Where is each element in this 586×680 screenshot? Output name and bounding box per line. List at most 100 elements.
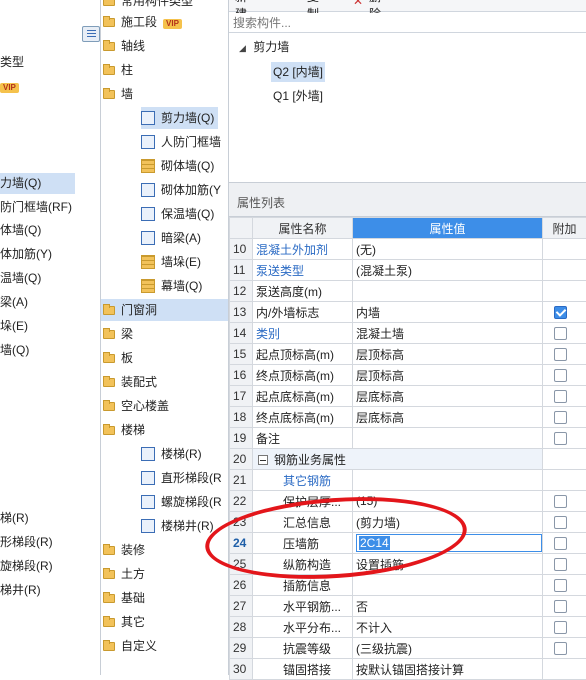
left-list-item[interactable]: 力墙(Q) <box>0 173 75 194</box>
component-group[interactable]: ◢ 剪力墙 <box>239 38 289 57</box>
left-list-item[interactable]: 体墙(Q) <box>0 220 101 241</box>
property-value[interactable]: 不计入 <box>353 617 543 638</box>
property-row[interactable]: 25纵筋构造设置插筋 <box>230 554 586 575</box>
attach-checkbox[interactable] <box>554 642 567 655</box>
tree-node[interactable]: 砌体加筋(Y <box>141 179 221 201</box>
tree-node[interactable]: 施工段VIP <box>103 11 182 33</box>
property-value[interactable]: (剪力墙) <box>353 512 543 533</box>
delete-icon[interactable]: ✕ <box>353 0 363 8</box>
tree-node[interactable]: 楼梯(R) <box>141 443 202 465</box>
property-row[interactable]: 21其它钢筋 <box>230 470 586 491</box>
tree-node[interactable]: 剪力墙(Q) <box>141 107 218 129</box>
property-value[interactable]: 层顶标高 <box>353 365 543 386</box>
property-value[interactable]: 内墙 <box>353 302 543 323</box>
attach-checkbox[interactable] <box>554 600 567 613</box>
property-row[interactable]: 14类别混凝土墙 <box>230 323 586 344</box>
left-list-item[interactable]: 防门框墙(RF) <box>0 197 101 218</box>
attach-checkbox[interactable] <box>554 369 567 382</box>
tree-node[interactable]: 柱 <box>103 59 133 81</box>
list-view-icon[interactable] <box>82 26 100 42</box>
property-row[interactable]: 30锚固搭接按默认锚固搭接计算 <box>230 659 586 680</box>
attach-checkbox[interactable] <box>554 579 567 592</box>
tree-node[interactable]: 轴线 <box>103 35 145 57</box>
tree-node[interactable]: 暗梁(A) <box>141 227 201 249</box>
property-row[interactable]: 17起点底标高(m)层底标高 <box>230 386 586 407</box>
attach-checkbox[interactable] <box>554 495 567 508</box>
property-value[interactable]: (混凝土泵) <box>353 260 543 281</box>
property-value-input[interactable]: 2C14 <box>356 534 542 552</box>
property-row[interactable]: 28水平分布...不计入 <box>230 617 586 638</box>
property-row[interactable]: 22保护层厚...(15) <box>230 491 586 512</box>
component-item[interactable]: Q2 [内墙] <box>271 62 325 82</box>
attach-checkbox[interactable] <box>554 558 567 571</box>
property-row[interactable]: 26插筋信息 <box>230 575 586 596</box>
tree-node[interactable]: 人防门框墙 <box>141 131 221 153</box>
property-value[interactable] <box>353 575 543 596</box>
property-row[interactable]: 20钢筋业务属性 <box>230 449 586 470</box>
property-value[interactable]: 层底标高 <box>353 407 543 428</box>
tree-node[interactable]: 基础 <box>103 587 145 609</box>
tree-node[interactable]: 空心楼盖 <box>103 395 169 417</box>
attach-checkbox[interactable] <box>554 621 567 634</box>
tree-node[interactable]: 直形梯段(R <box>141 467 222 489</box>
left-list-item[interactable]: 旋梯段(R) <box>0 556 101 577</box>
property-row[interactable]: 10混凝土外加剂(无) <box>230 239 586 260</box>
property-value[interactable]: 否 <box>353 596 543 617</box>
component-item[interactable]: Q1 [外墙] <box>271 86 325 106</box>
property-row[interactable]: 18终点底标高(m)层底标高 <box>230 407 586 428</box>
tree-node[interactable]: 幕墙(Q) <box>141 275 202 297</box>
property-row[interactable]: 15起点顶标高(m)层顶标高 <box>230 344 586 365</box>
tree-node[interactable]: 其它 <box>103 611 145 633</box>
left-list-item[interactable]: VIP <box>0 76 101 97</box>
attach-checkbox[interactable] <box>554 537 567 550</box>
left-list-item[interactable]: 类型 <box>0 52 101 73</box>
attach-checkbox[interactable] <box>554 390 567 403</box>
search-input[interactable]: 搜索构件... <box>229 13 586 33</box>
property-value[interactable]: 按默认锚固搭接计算 <box>353 659 543 680</box>
left-list-item[interactable]: 垛(E) <box>0 316 101 337</box>
tree-node[interactable]: 墙 <box>103 83 133 105</box>
property-value[interactable] <box>353 281 543 302</box>
left-list-item[interactable]: 体加筋(Y) <box>0 244 101 265</box>
left-list-item[interactable]: 温墙(Q) <box>0 268 101 289</box>
tree-node[interactable]: 装配式 <box>103 371 157 393</box>
property-value[interactable] <box>353 470 543 491</box>
attach-checkbox[interactable] <box>554 516 567 529</box>
tree-node[interactable]: 梁 <box>103 323 133 345</box>
attach-checkbox[interactable] <box>554 432 567 445</box>
left-list-item[interactable]: 墙(Q) <box>0 340 101 361</box>
property-value[interactable]: (三级抗震) <box>353 638 543 659</box>
property-row[interactable]: 12泵送高度(m) <box>230 281 586 302</box>
property-row[interactable]: 24压墙筋2C14 <box>230 533 586 554</box>
tree-node[interactable]: 楼梯井(R) <box>141 515 214 537</box>
tree-node[interactable]: 装修 <box>103 539 145 561</box>
left-list-item[interactable]: 梯井(R) <box>0 580 101 601</box>
attach-checkbox[interactable] <box>554 411 567 424</box>
tree-node[interactable]: 楼梯 <box>103 419 145 441</box>
tree-node[interactable]: 土方 <box>103 563 145 585</box>
tree-node[interactable]: 螺旋梯段(R <box>141 491 222 513</box>
tree-node[interactable]: 砌体墙(Q) <box>141 155 214 177</box>
attach-checkbox[interactable] <box>554 327 567 340</box>
property-value[interactable]: 混凝土墙 <box>353 323 543 344</box>
left-list-item[interactable]: 形梯段(R) <box>0 532 101 553</box>
property-value[interactable]: 2C14 <box>353 533 543 554</box>
property-value[interactable]: 层底标高 <box>353 386 543 407</box>
property-row[interactable]: 29抗震等级(三级抗震) <box>230 638 586 659</box>
tree-node[interactable]: 板 <box>103 347 133 369</box>
attach-checkbox[interactable] <box>554 348 567 361</box>
property-value[interactable] <box>353 428 543 449</box>
tree-node[interactable]: 墙垛(E) <box>141 251 201 273</box>
property-value[interactable]: 层顶标高 <box>353 344 543 365</box>
collapse-triangle-icon[interactable]: ◢ <box>239 43 246 53</box>
attach-checkbox[interactable] <box>554 306 567 319</box>
property-row[interactable]: 11泵送类型(混凝土泵) <box>230 260 586 281</box>
property-value[interactable]: (15) <box>353 491 543 512</box>
property-row[interactable]: 16终点顶标高(m)层顶标高 <box>230 365 586 386</box>
property-row[interactable]: 27水平钢筋...否 <box>230 596 586 617</box>
left-list-item[interactable]: 梁(A) <box>0 292 101 313</box>
tree-node[interactable]: 自定义 <box>103 635 157 657</box>
left-list-item[interactable]: 梯(R) <box>0 508 101 529</box>
property-value[interactable]: (无) <box>353 239 543 260</box>
tree-node[interactable]: 保温墙(Q) <box>141 203 214 225</box>
